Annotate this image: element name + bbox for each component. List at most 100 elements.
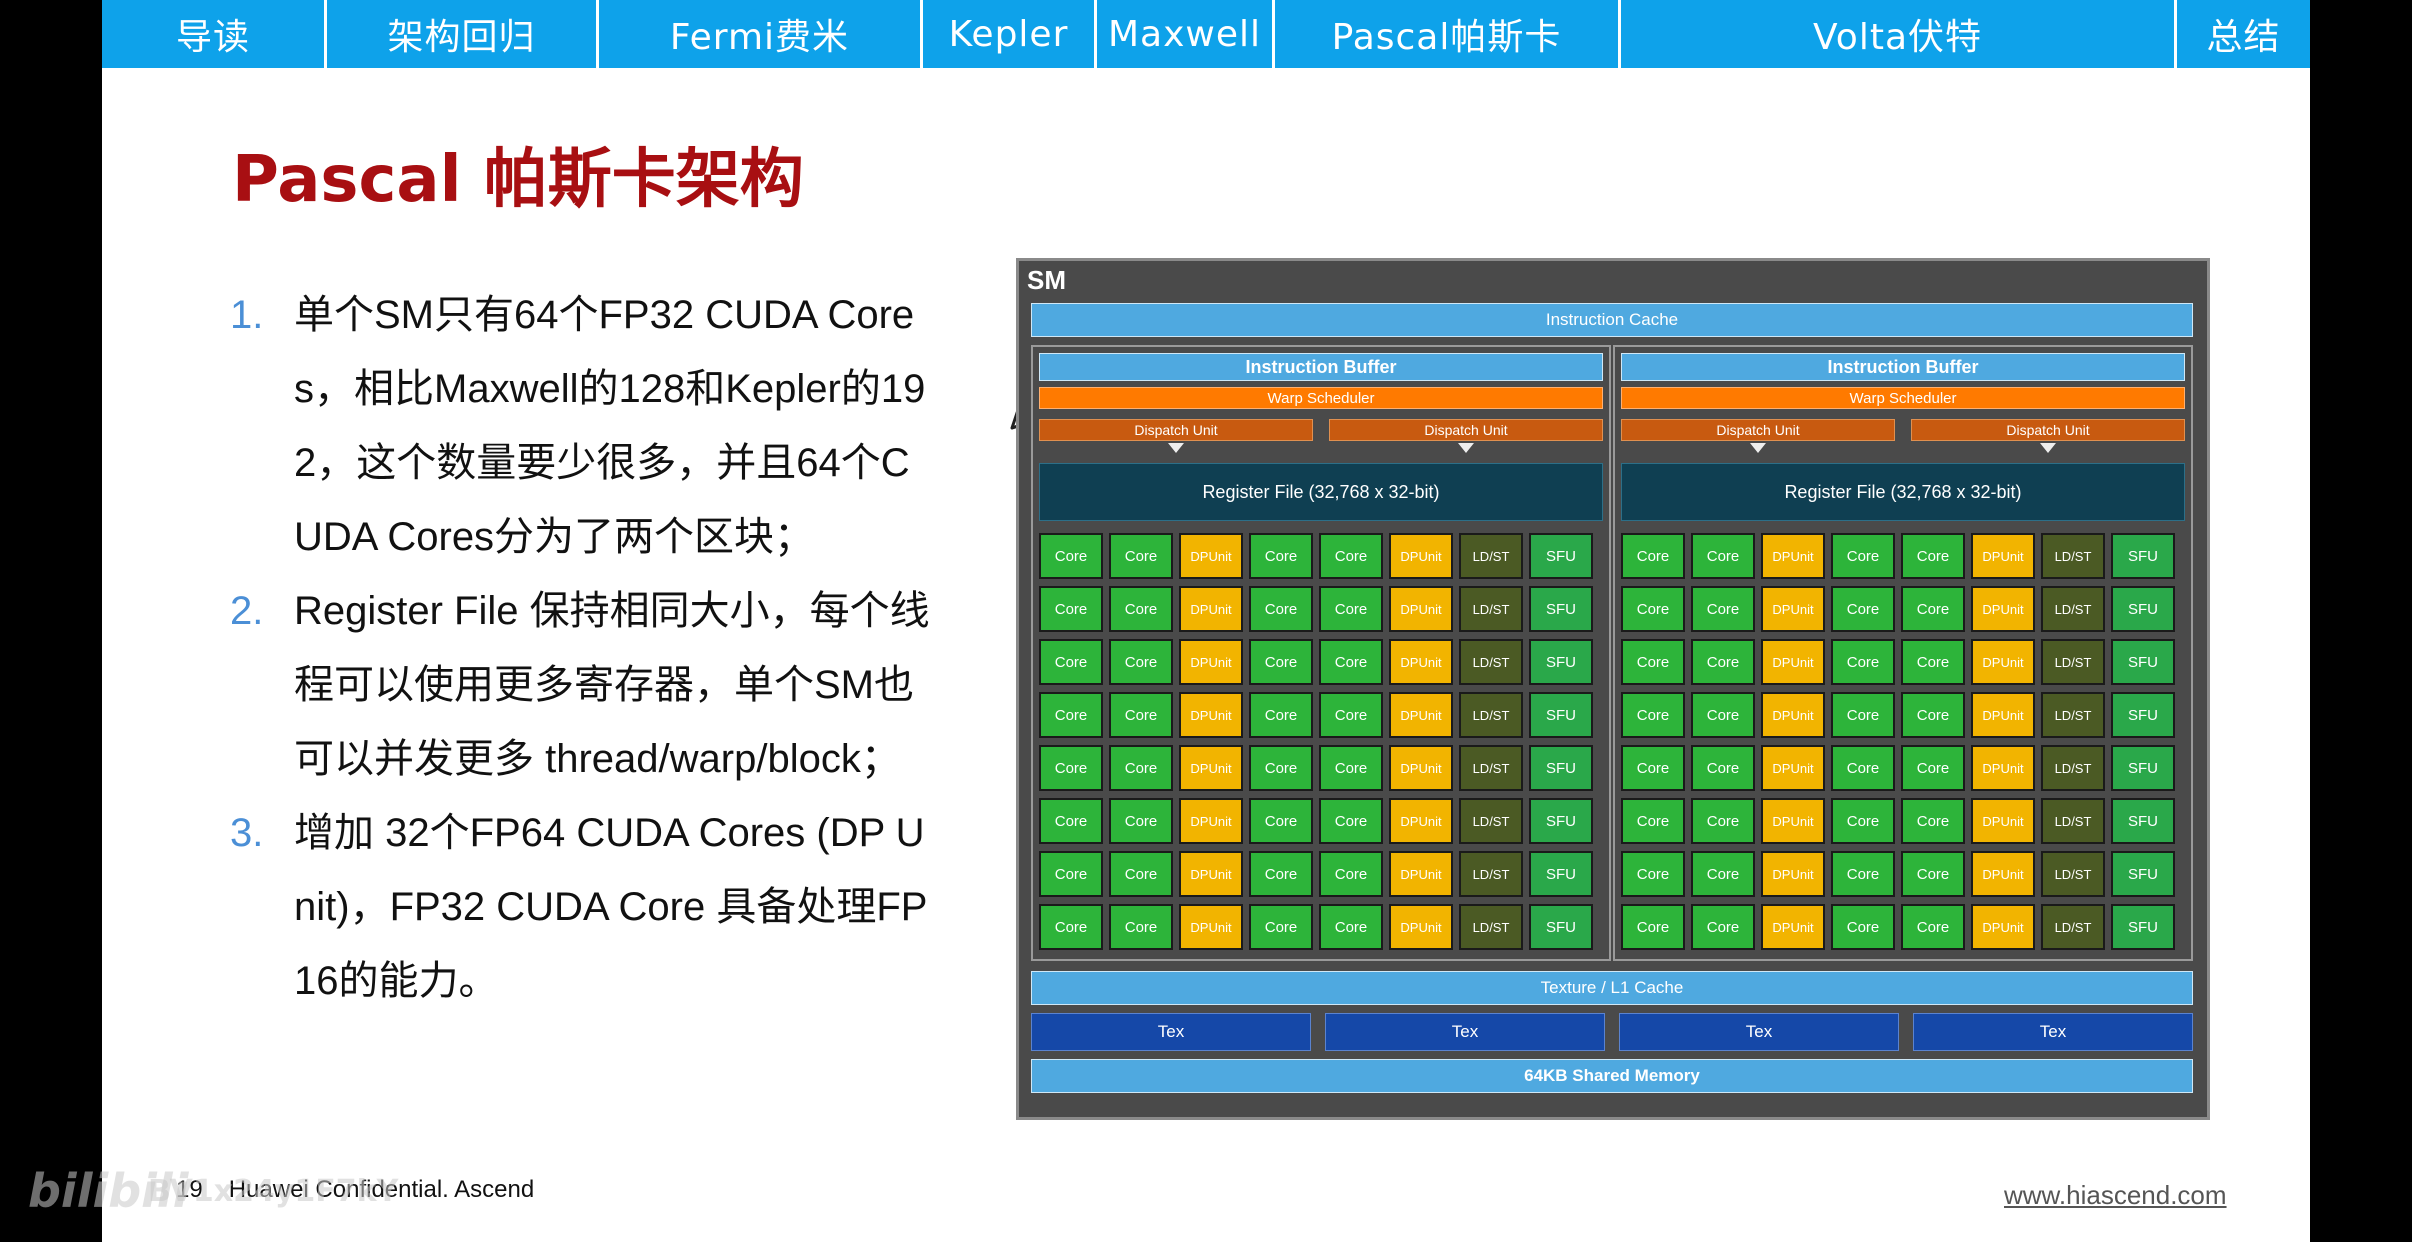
cuda-core: Core xyxy=(1319,639,1383,685)
core-row: Core Core DP Unit Core Core DP Unit LD/ST SFU xyxy=(1039,745,1605,791)
dp-unit-label: DP xyxy=(1772,866,1791,882)
dp-unit: DP Unit xyxy=(1389,586,1453,632)
core-row: Core Core DP Unit Core Core DP Unit LD/ST SFU xyxy=(1039,533,1605,579)
dp-unit-label: DP xyxy=(1982,548,2001,564)
dp-unit-label: Unit xyxy=(1790,601,1814,617)
dp-unit: DP Unit xyxy=(1179,798,1243,844)
cuda-core: Core xyxy=(1901,851,1965,897)
cuda-core: Core xyxy=(1249,586,1313,632)
cuda-core: Core xyxy=(1249,692,1313,738)
dp-unit: DP Unit xyxy=(1971,904,2035,950)
sfu-unit: SFU xyxy=(1529,745,1593,791)
cuda-core: Core xyxy=(1319,904,1383,950)
dp-unit: DP Unit xyxy=(1179,851,1243,897)
dp-unit: DP Unit xyxy=(1971,692,2035,738)
cuda-core: Core xyxy=(1621,851,1685,897)
dp-unit-label: Unit xyxy=(1418,654,1442,670)
list-text: 增加 32个FP64 CUDA Cores (DP Unit)，FP32 CUD… xyxy=(294,811,928,1003)
shared-memory: 64KB Shared Memory xyxy=(1031,1059,2193,1093)
dp-unit: DP Unit xyxy=(1389,745,1453,791)
cuda-core: Core xyxy=(1039,798,1103,844)
dp-unit-label: DP xyxy=(1190,601,1209,617)
cuda-core: Core xyxy=(1691,586,1755,632)
tab-intro[interactable]: 导读 xyxy=(102,0,324,68)
sm-label: SM xyxy=(1027,265,1066,295)
dp-unit: DP Unit xyxy=(1389,533,1453,579)
dp-unit-label: Unit xyxy=(1418,866,1442,882)
dp-unit-label: DP xyxy=(1190,813,1209,829)
list-item: 2. Register File 保持相同大小，每个线程可以使用更多寄存器，单个… xyxy=(230,574,1030,796)
tab-kepler[interactable]: Kepler xyxy=(920,0,1094,68)
dispatch-unit: Dispatch Unit xyxy=(1621,419,1895,441)
sfu-unit: SFU xyxy=(1529,639,1593,685)
instruction-buffer: Instruction Buffer xyxy=(1039,353,1603,381)
dp-unit-label: Unit xyxy=(1790,866,1814,882)
cuda-core: Core xyxy=(1319,745,1383,791)
tab-summary[interactable]: 总结 xyxy=(2174,0,2310,68)
dp-unit-label: Unit xyxy=(1418,813,1442,829)
cuda-core: Core xyxy=(1621,798,1685,844)
dp-unit: DP Unit xyxy=(1179,586,1243,632)
dp-unit-label: DP xyxy=(1982,760,2001,776)
cuda-core: Core xyxy=(1109,692,1173,738)
dp-unit-label: Unit xyxy=(1208,707,1232,723)
dp-unit: DP Unit xyxy=(1761,586,1825,632)
instruction-cache: Instruction Cache xyxy=(1031,303,2193,337)
dp-unit-label: Unit xyxy=(2000,707,2024,723)
cuda-core: Core xyxy=(1039,639,1103,685)
cuda-core: Core xyxy=(1319,692,1383,738)
register-file: Register File (32,768 x 32-bit) xyxy=(1039,463,1603,521)
sfu-unit: SFU xyxy=(1529,692,1593,738)
slide: 导读 架构回归 Fermi费米 Kepler Maxwell Pascal帕斯卡… xyxy=(102,0,2310,1242)
sfu-unit: SFU xyxy=(2111,639,2175,685)
cuda-core: Core xyxy=(1901,586,1965,632)
dp-unit-label: Unit xyxy=(2000,760,2024,776)
cuda-core: Core xyxy=(1901,798,1965,844)
cuda-core: Core xyxy=(1901,745,1965,791)
dp-unit: DP Unit xyxy=(1389,851,1453,897)
cuda-core: Core xyxy=(1039,692,1103,738)
tab-fermi[interactable]: Fermi费米 xyxy=(596,0,920,68)
ld-st-unit: LD/ST xyxy=(1459,639,1523,685)
dp-unit: DP Unit xyxy=(1971,851,2035,897)
sm-processing-block-right: Instruction Buffer Warp Scheduler Dispat… xyxy=(1613,345,2193,961)
ld-st-unit: LD/ST xyxy=(1459,533,1523,579)
dp-unit-label: DP xyxy=(1400,707,1419,723)
tab-maxwell[interactable]: Maxwell xyxy=(1094,0,1272,68)
core-row: Core Core DP Unit Core Core DP Unit LD/ST SFU xyxy=(1621,692,2187,738)
cuda-core: Core xyxy=(1691,851,1755,897)
cuda-core: Core xyxy=(1691,798,1755,844)
dp-unit-label: DP xyxy=(1400,654,1419,670)
cuda-core: Core xyxy=(1831,586,1895,632)
dp-unit-label: DP xyxy=(1982,813,2001,829)
dp-unit: DP Unit xyxy=(1179,745,1243,791)
core-row: Core Core DP Unit Core Core DP Unit LD/ST SFU xyxy=(1039,904,1605,950)
dp-unit: DP Unit xyxy=(1389,798,1453,844)
core-grid: Core Core DP Unit Core Core DP Unit LD/ST SFU Core… xyxy=(1039,533,1605,957)
list-number: 2. xyxy=(230,589,264,633)
dp-unit: DP Unit xyxy=(1389,692,1453,738)
dp-unit-label: DP xyxy=(1400,919,1419,935)
dp-unit-label: DP xyxy=(1190,548,1209,564)
dp-unit-label: Unit xyxy=(1790,707,1814,723)
ld-st-unit: LD/ST xyxy=(2041,639,2105,685)
core-grid: Core Core DP Unit Core Core DP Unit LD/ST SFU Core… xyxy=(1621,533,2187,957)
tex-unit: Tex xyxy=(1913,1013,2193,1051)
tab-volta[interactable]: Volta伏特 xyxy=(1618,0,2174,68)
cuda-core: Core xyxy=(1621,745,1685,791)
dp-unit-label: DP xyxy=(1400,760,1419,776)
tab-architecture-review[interactable]: 架构回归 xyxy=(324,0,596,68)
top-nav: 导读 架构回归 Fermi费米 Kepler Maxwell Pascal帕斯卡… xyxy=(102,0,2310,68)
website-link[interactable]: www.hiascend.com xyxy=(2004,1180,2227,1211)
cuda-core: Core xyxy=(1901,904,1965,950)
dp-unit-label: DP xyxy=(1982,654,2001,670)
dp-unit-label: Unit xyxy=(1790,654,1814,670)
tab-pascal[interactable]: Pascal帕斯卡 xyxy=(1272,0,1618,68)
dp-unit-label: Unit xyxy=(1790,760,1814,776)
sm-diagram: SM Instruction Cache Instruction Buffer … xyxy=(1016,258,2210,1120)
dp-unit-label: Unit xyxy=(2000,654,2024,670)
dispatch-unit: Dispatch Unit xyxy=(1039,419,1313,441)
sfu-unit: SFU xyxy=(2111,851,2175,897)
dp-unit: DP Unit xyxy=(1179,904,1243,950)
cuda-core: Core xyxy=(1319,586,1383,632)
